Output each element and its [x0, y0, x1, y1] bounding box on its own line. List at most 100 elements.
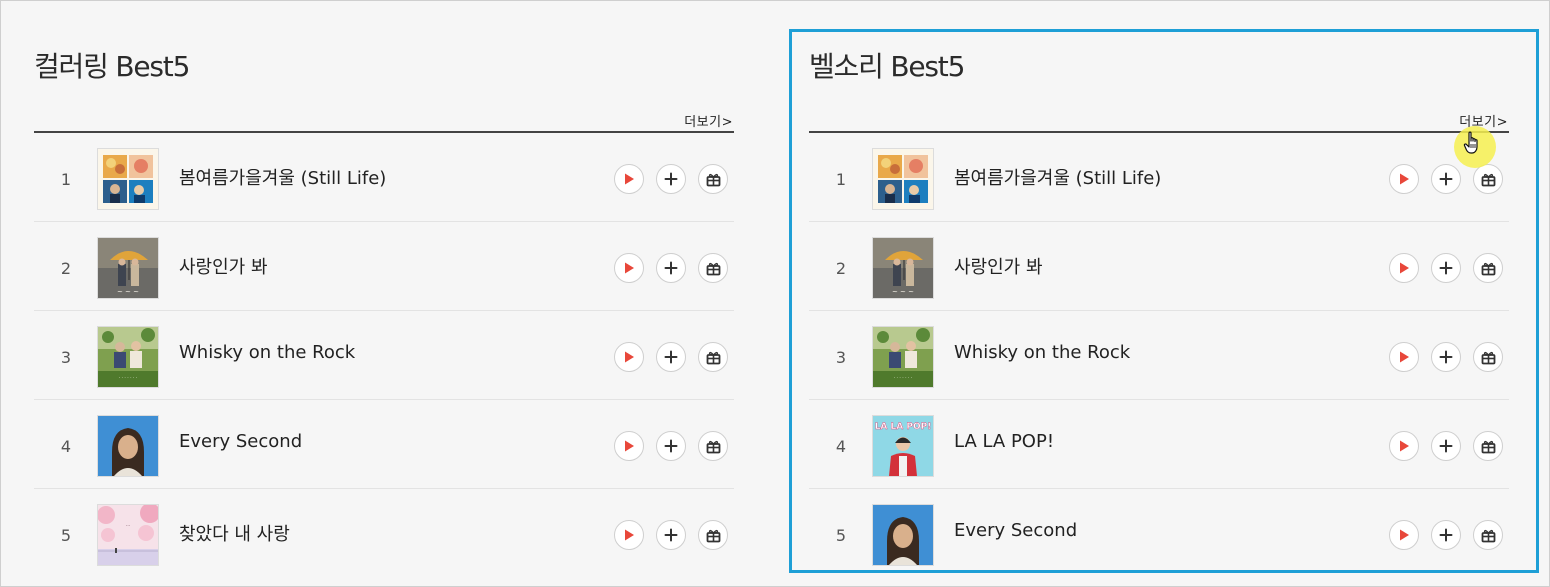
- gift-icon: [1481, 261, 1496, 276]
- play-button[interactable]: [614, 253, 644, 283]
- album-cover-image[interactable]: [872, 148, 934, 210]
- add-button[interactable]: [1431, 520, 1461, 550]
- plus-icon: [1439, 439, 1453, 453]
- play-button[interactable]: [1389, 164, 1419, 194]
- add-button[interactable]: [1431, 431, 1461, 461]
- svg-text:· · · · · · ·: · · · · · · ·: [894, 376, 913, 381]
- add-button[interactable]: [656, 431, 686, 461]
- gift-icon: [706, 350, 721, 365]
- svg-text:· · · · · · ·: · · · · · · ·: [119, 376, 138, 381]
- song-title[interactable]: 찾았다 내 사랑: [179, 520, 290, 546]
- plus-icon: [1439, 350, 1453, 364]
- song-row: 1 봄여름가을겨울 (Still Life): [809, 133, 1509, 222]
- song-row: 3 · · · · · · · Whisky on the Rock: [809, 311, 1509, 400]
- play-button[interactable]: [614, 520, 644, 550]
- svg-text:~ ~ ~: ~ ~ ~: [117, 288, 139, 296]
- gift-button[interactable]: [698, 342, 728, 372]
- rank-number: 5: [60, 526, 72, 545]
- play-button[interactable]: [1389, 520, 1419, 550]
- gift-button[interactable]: [698, 431, 728, 461]
- song-row: 2 ~ ~ ~ 사랑인가 봐: [809, 222, 1509, 311]
- play-icon: [1397, 528, 1411, 542]
- play-button[interactable]: [1389, 431, 1419, 461]
- plus-icon: [664, 172, 678, 186]
- add-button[interactable]: [656, 164, 686, 194]
- song-title[interactable]: Every Second: [179, 431, 302, 452]
- svg-text:LA LA POP!: LA LA POP!: [875, 422, 932, 432]
- plus-icon: [664, 350, 678, 364]
- gift-button[interactable]: [698, 164, 728, 194]
- gift-button[interactable]: [1473, 164, 1503, 194]
- plus-icon: [1439, 261, 1453, 275]
- album-cover-image[interactable]: ~ ~ ~: [97, 237, 159, 299]
- plus-icon: [1439, 528, 1453, 542]
- album-cover-image[interactable]: [97, 415, 159, 477]
- play-icon: [622, 261, 636, 275]
- add-button[interactable]: [656, 520, 686, 550]
- gift-icon: [706, 439, 721, 454]
- panel-title: 컬러링 Best5: [34, 50, 190, 83]
- play-button[interactable]: [1389, 253, 1419, 283]
- song-title[interactable]: LA LA POP!: [954, 431, 1054, 452]
- plus-icon: [664, 528, 678, 542]
- play-button[interactable]: [614, 431, 644, 461]
- song-title[interactable]: Whisky on the Rock: [179, 342, 355, 363]
- play-button[interactable]: [614, 342, 644, 372]
- play-icon: [622, 350, 636, 364]
- ringback-best5-panel: 컬러링 Best5 더보기> 1 봄여름가을겨울 (Still Life) 2: [34, 1, 734, 587]
- album-cover-image[interactable]: ···: [97, 504, 159, 566]
- song-title[interactable]: 사랑인가 봐: [954, 253, 1043, 279]
- gift-icon: [706, 261, 721, 276]
- gift-icon: [1481, 350, 1496, 365]
- song-title[interactable]: 봄여름가을겨울 (Still Life): [179, 164, 386, 190]
- play-icon: [1397, 350, 1411, 364]
- play-button[interactable]: [1389, 342, 1419, 372]
- album-cover-image[interactable]: · · · · · · ·: [97, 326, 159, 388]
- song-title[interactable]: 사랑인가 봐: [179, 253, 268, 279]
- rank-number: 3: [60, 348, 72, 367]
- gift-button[interactable]: [1473, 253, 1503, 283]
- plus-icon: [664, 261, 678, 275]
- panel-title: 벨소리 Best5: [809, 50, 965, 83]
- add-button[interactable]: [656, 253, 686, 283]
- add-button[interactable]: [1431, 164, 1461, 194]
- gift-icon: [706, 172, 721, 187]
- add-button[interactable]: [1431, 342, 1461, 372]
- album-cover-image[interactable]: [872, 504, 934, 566]
- album-cover-image[interactable]: [97, 148, 159, 210]
- rank-number: 3: [835, 348, 847, 367]
- rank-number: 2: [835, 259, 847, 278]
- rank-number: 5: [835, 526, 847, 545]
- play-icon: [1397, 439, 1411, 453]
- plus-icon: [664, 439, 678, 453]
- album-cover-image[interactable]: · · · · · · ·: [872, 326, 934, 388]
- gift-button[interactable]: [1473, 342, 1503, 372]
- song-title[interactable]: 봄여름가을겨울 (Still Life): [954, 164, 1161, 190]
- play-icon: [1397, 172, 1411, 186]
- gift-button[interactable]: [1473, 431, 1503, 461]
- play-icon: [622, 528, 636, 542]
- gift-button[interactable]: [698, 520, 728, 550]
- song-title[interactable]: Whisky on the Rock: [954, 342, 1130, 363]
- song-row: 1 봄여름가을겨울 (Still Life): [34, 133, 734, 222]
- song-row: 3 · · · · · · · Whisky on the Rock: [34, 311, 734, 400]
- gift-button[interactable]: [698, 253, 728, 283]
- play-button[interactable]: [614, 164, 644, 194]
- more-link[interactable]: 더보기>: [684, 111, 733, 130]
- gift-button[interactable]: [1473, 520, 1503, 550]
- song-row: 4 Every Second: [34, 400, 734, 489]
- song-row: 5 ··· 찾았다 내 사랑: [34, 489, 734, 578]
- song-title[interactable]: Every Second: [954, 520, 1077, 541]
- add-button[interactable]: [656, 342, 686, 372]
- gift-icon: [1481, 172, 1496, 187]
- gift-icon: [1481, 528, 1496, 543]
- album-cover-image[interactable]: LA LA POP!: [872, 415, 934, 477]
- svg-text:~ ~ ~: ~ ~ ~: [892, 288, 914, 296]
- svg-text:···: ···: [126, 523, 131, 529]
- rank-number: 1: [60, 170, 72, 189]
- album-cover-image[interactable]: ~ ~ ~: [872, 237, 934, 299]
- song-row: 2 ~ ~ ~ 사랑인가 봐: [34, 222, 734, 311]
- add-button[interactable]: [1431, 253, 1461, 283]
- song-list: 1 봄여름가을겨울 (Still Life) 2 ~ ~ ~ 사랑인가 봐 3 …: [34, 133, 734, 578]
- hand-cursor-icon: [1463, 131, 1483, 159]
